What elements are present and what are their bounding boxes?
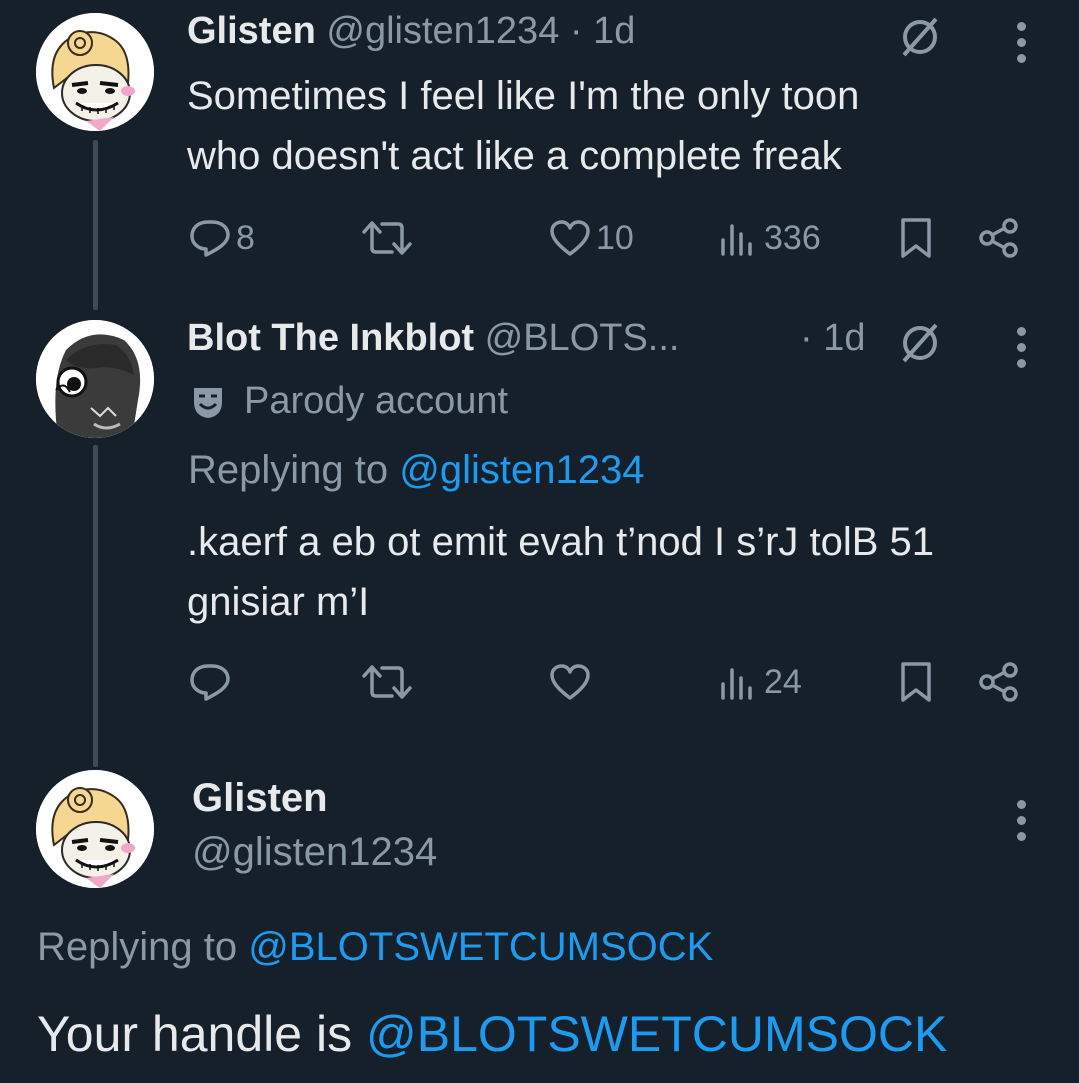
glisten-avatar-image [36,13,154,131]
grok-icon[interactable] [898,321,942,370]
bookmark-button[interactable] [897,660,935,704]
like-icon [550,664,590,700]
tweet-text: .kaerf a eb ot emit evah t’nod I s’rJ to… [187,512,1057,632]
replying-handle-link[interactable]: @glisten1234 [399,448,644,492]
like-button[interactable]: 10 [548,218,634,258]
display-name[interactable]: Blot The Inkblot [187,317,474,359]
views-button[interactable]: 336 [718,218,821,258]
views-icon [721,224,752,256]
display-name[interactable]: Glisten [192,776,328,821]
views-count: 24 [764,662,802,701]
tweet-text-line: Sometimes I feel like I'm the only toon [187,74,860,118]
reply-icon [190,664,230,701]
glisten-avatar-image [36,770,154,888]
blot-avatar-image [36,320,154,438]
views-icon [721,668,752,700]
tweet-text: Your handle is @BLOTSWETCUMSOCK [37,1005,947,1063]
mention-link[interactable]: @BLOTSWETCUMSOCK [366,1006,947,1062]
replying-to: Replying to @glisten1234 [188,448,644,493]
timestamp[interactable]: 1d [593,10,635,52]
handle[interactable]: @glisten1234 [326,10,559,52]
more-icon[interactable] [1015,800,1027,841]
parody-text: Parody account [244,380,509,422]
like-button[interactable] [548,662,592,702]
display-name[interactable]: Glisten [187,10,316,52]
tweet-header: Glisten @glisten1234 · 1d [187,10,635,53]
like-count: 10 [596,218,634,257]
handle[interactable]: @glisten1234 [192,830,437,875]
retweet-icon [362,221,412,255]
reply-count: 8 [236,218,255,257]
retweet-button[interactable] [358,662,416,702]
avatar-glisten[interactable] [36,770,154,888]
retweet-icon [362,665,412,699]
dot-separator: · [800,317,813,359]
bookmark-button[interactable] [897,216,935,260]
tweet-text-line: who doesn't act like a complete freak [187,134,842,178]
dot-separator: · [569,10,583,52]
replying-prefix: Replying to [37,925,238,969]
thread-line [93,140,98,310]
parody-label: Parody account [188,380,508,423]
retweet-button[interactable] [358,218,416,258]
handle[interactable]: @BLOTS... [485,317,680,359]
tweet-meta: · 1d [800,317,866,360]
share-button[interactable] [977,660,1021,704]
views-button[interactable]: 24 [718,662,802,702]
replying-to: Replying to @BLOTSWETCUMSOCK [37,925,713,970]
bookmark-icon [901,218,931,258]
reply-button[interactable] [188,662,232,702]
share-button[interactable] [977,216,1021,260]
avatar-blot[interactable] [36,320,154,438]
tweet-text-line: .kaerf a eb ot emit evah t’nod I s’rJ to… [187,520,935,564]
replying-handle-link[interactable]: @BLOTSWETCUMSOCK [248,925,713,969]
tweet-text: Sometimes I feel like I'm the only toon … [187,66,1047,186]
parody-mask-icon [194,387,222,418]
grok-icon[interactable] [898,15,942,64]
thread-line [93,445,98,767]
tweet-header: Blot The Inkblot @BLOTS... [187,317,679,360]
replying-prefix: Replying to [188,448,389,492]
share-icon [979,662,1018,702]
reply-icon [190,220,230,257]
views-count: 336 [764,218,821,257]
like-icon [550,220,590,256]
avatar-glisten[interactable] [36,13,154,131]
share-icon [979,218,1018,258]
more-icon[interactable] [1015,22,1027,63]
tweet-text-line: gnisiar m’I [187,580,370,624]
tweet-text-prefix: Your handle is [37,1006,353,1062]
timestamp[interactable]: 1d [823,317,865,359]
more-icon[interactable] [1015,327,1027,368]
bookmark-icon [901,662,931,702]
reply-button[interactable]: 8 [188,218,255,258]
